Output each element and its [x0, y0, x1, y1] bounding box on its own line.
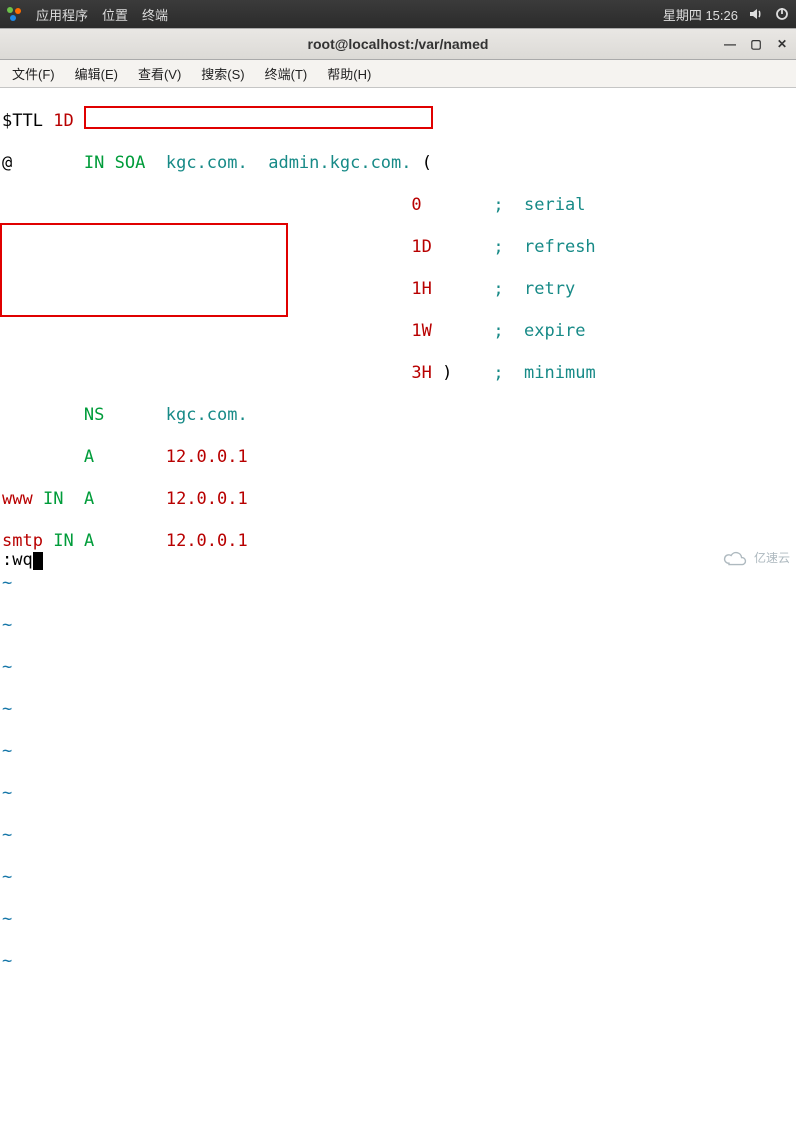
terminal-area[interactable]: $TTL 1D @ IN SOA kgc.com. admin.kgc.com.…	[0, 88, 796, 573]
menu-terminal[interactable]: 终端(T)	[257, 60, 316, 87]
window-title: root@localhost:/var/named	[0, 36, 796, 52]
vi-tilde: ~	[2, 741, 794, 762]
cloud-icon	[722, 550, 750, 568]
desktop-top-panel: 应用程序 位置 终端 星期四 15:26	[0, 0, 796, 28]
vi-tilde: ~	[2, 783, 794, 804]
panel-terminal[interactable]: 终端	[142, 5, 168, 24]
window-titlebar: root@localhost:/var/named — ▢ ✕	[0, 29, 796, 59]
panel-places[interactable]: 位置	[102, 5, 128, 24]
menu-view[interactable]: 查看(V)	[130, 60, 189, 87]
zone-line-a-www: www IN A 12.0.0.1	[2, 489, 794, 510]
vi-tilde: ~	[2, 867, 794, 888]
zone-line-a-smtp: smtp IN A 12.0.0.1	[2, 531, 794, 552]
zone-line-a-root: A 12.0.0.1	[2, 447, 794, 468]
vi-tilde: ~	[2, 615, 794, 636]
menu-search[interactable]: 搜索(S)	[193, 60, 252, 87]
vi-tilde: ~	[2, 657, 794, 678]
vi-tilde: ~	[2, 825, 794, 846]
cursor-icon	[33, 552, 43, 570]
zone-line-retry: 1H ; retry	[2, 279, 794, 300]
zone-line-minimum: 3H ) ; minimum	[2, 363, 794, 384]
panel-clock[interactable]: 星期四 15:26	[663, 5, 738, 24]
power-icon[interactable]	[774, 6, 790, 22]
menu-file[interactable]: 文件(F)	[4, 60, 63, 87]
menu-edit[interactable]: 编辑(E)	[67, 60, 126, 87]
panel-applications[interactable]: 应用程序	[36, 5, 88, 24]
vi-command-line[interactable]: :wq	[2, 550, 43, 571]
window-minimize-button[interactable]: —	[720, 35, 740, 53]
window-close-button[interactable]: ✕	[772, 35, 792, 53]
zone-line-ttl: $TTL 1D	[2, 111, 794, 132]
vi-tilde: ~	[2, 699, 794, 720]
zone-line-refresh: 1D ; refresh	[2, 237, 794, 258]
distro-logo-icon	[6, 6, 22, 22]
terminal-menu-bar: 文件(F) 编辑(E) 查看(V) 搜索(S) 终端(T) 帮助(H)	[0, 60, 796, 88]
menu-help[interactable]: 帮助(H)	[319, 60, 379, 87]
volume-icon[interactable]	[748, 6, 764, 22]
zone-line-ns: NS kgc.com.	[2, 405, 794, 426]
vi-tilde: ~	[2, 573, 794, 594]
vi-tilde: ~	[2, 909, 794, 930]
watermark: 亿速云	[722, 548, 790, 569]
window-maximize-button[interactable]: ▢	[746, 35, 766, 53]
zone-line-serial: 0 ; serial	[2, 195, 794, 216]
zone-line-soa: @ IN SOA kgc.com. admin.kgc.com. (	[2, 153, 794, 174]
zone-line-expire: 1W ; expire	[2, 321, 794, 342]
vi-tilde: ~	[2, 951, 794, 972]
